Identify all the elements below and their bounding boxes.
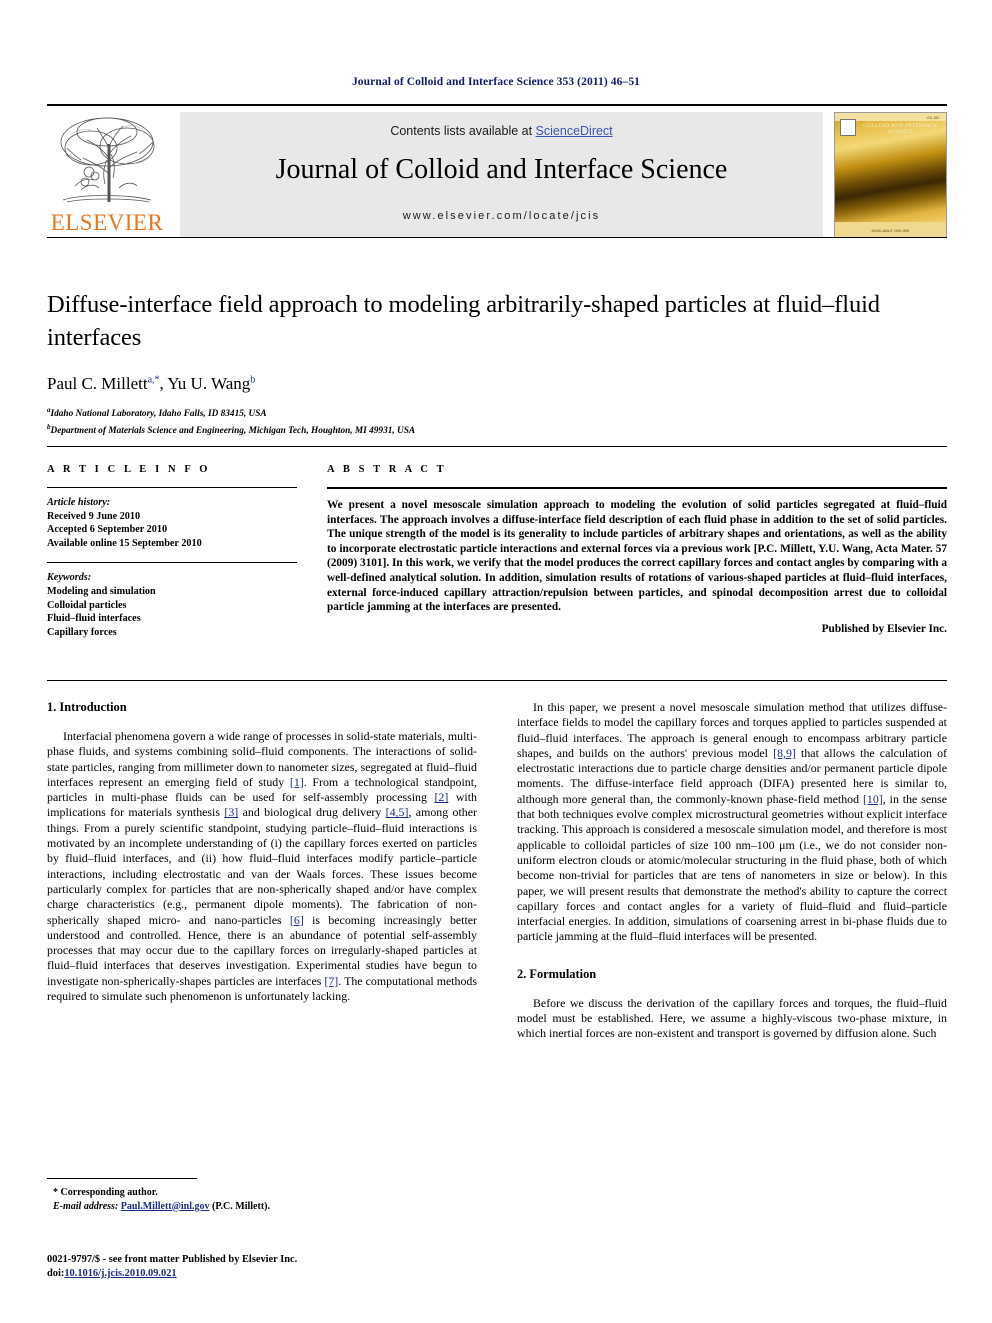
abstract-rule xyxy=(327,487,947,489)
cover-volume-note: VOL 353 xyxy=(926,116,939,120)
email-suffix: (P.C. Millett). xyxy=(212,1200,270,1212)
affiliation-b: bDepartment of Materials Science and Eng… xyxy=(47,421,947,438)
abstract-text: We present a novel mesoscale simulation … xyxy=(327,499,947,614)
cover-title: COLLOID AND INTERFACE SCIENCE xyxy=(863,123,938,136)
tree-icon-svg xyxy=(60,117,155,203)
author-separator: , Yu U. Wang xyxy=(159,374,251,393)
section-heading-formulation: 2. Formulation xyxy=(517,966,597,981)
citation-7[interactable]: [7] xyxy=(324,974,338,988)
abstract-column: A B S T R A C T We present a novel mesos… xyxy=(327,464,947,635)
affiliations: aIdaho National Laboratory, Idaho Falls,… xyxy=(47,404,947,437)
citation-6[interactable]: [6] xyxy=(290,913,304,927)
contents-lists-line: Contents lists available at ScienceDirec… xyxy=(180,124,823,138)
formulation-paragraph: Before we discuss the derivation of the … xyxy=(517,995,947,1041)
email-label: E-mail address: xyxy=(53,1200,119,1212)
article-history-label: Article history: xyxy=(47,497,111,508)
author-1: Paul C. Millett xyxy=(47,374,148,393)
body-columns: 1. Introduction Interfacial phenomena go… xyxy=(47,700,947,1230)
keyword-item: Colloidal particles xyxy=(47,599,127,611)
right-paragraph-1: In this paper, we present a novel mesosc… xyxy=(517,700,947,945)
article-info-heading: A R T I C L E I N F O xyxy=(47,464,211,475)
email-note: E-mail address: Paul.Millett@inl.gov (P.… xyxy=(47,1200,477,1214)
corresponding-text: Corresponding author. xyxy=(60,1187,158,1198)
citation-8-9[interactable]: [8,9] xyxy=(773,746,796,760)
right-text-c: , in the sense that both techniques evol… xyxy=(517,791,947,944)
body-column-right: In this paper, we present a novel mesosc… xyxy=(517,700,947,1042)
history-item: Received 9 June 2010 xyxy=(47,510,141,522)
footnote-rule xyxy=(47,1178,197,1179)
keyword-item: Capillary forces xyxy=(47,626,117,638)
citation-4-5[interactable]: [4,5] xyxy=(386,805,409,819)
journal-cover-thumbnail: VOL 353 COLLOID AND INTERFACE SCIENCE AV… xyxy=(834,112,947,238)
body-column-left: 1. Introduction Interfacial phenomena go… xyxy=(47,700,477,1004)
affiliation-a: aIdaho National Laboratory, Idaho Falls,… xyxy=(47,404,947,421)
section-heading-introduction: 1. Introduction xyxy=(47,700,127,714)
corresponding-marker: * xyxy=(53,1187,58,1198)
article-history-group: Article history: Received 9 June 2010 Ac… xyxy=(47,496,297,550)
cover-footer-text: AVAILABLE ONLINE xyxy=(871,229,910,233)
abstract-heading: A B S T R A C T xyxy=(327,464,447,475)
citation-10[interactable]: [10] xyxy=(863,792,883,806)
elsevier-tree-icon xyxy=(51,114,163,206)
journal-homepage-url[interactable]: www.elsevier.com/locate/jcis xyxy=(180,210,823,222)
doi-link[interactable]: 10.1016/j.jcis.2010.09.021 xyxy=(64,1268,176,1279)
citation-3[interactable]: [3] xyxy=(224,805,238,819)
masthead-rule-bottom xyxy=(47,237,947,238)
journal-title: Journal of Colloid and Interface Science xyxy=(275,154,728,185)
info-rule-bottom xyxy=(47,680,947,681)
elsevier-wordmark: ELSEVIER xyxy=(50,210,164,235)
intro-text-e: , among other things. From a purely scie… xyxy=(47,805,477,927)
masthead-rule-top xyxy=(47,104,947,106)
email-link[interactable]: Paul.Millett@inl.gov xyxy=(121,1201,210,1212)
published-by: Published by Elsevier Inc. xyxy=(821,622,947,635)
author-1-affil-marker: a,* xyxy=(147,374,160,386)
imprint-block: 0021-9797/$ - see front matter Published… xyxy=(47,1253,547,1280)
keyword-item: Modeling and simulation xyxy=(47,585,156,597)
doi-line: doi:10.1016/j.jcis.2010.09.021 xyxy=(47,1267,547,1281)
keywords-label: Keywords: xyxy=(47,572,92,584)
intro-paragraph: Interfacial phenomena govern a wide rang… xyxy=(47,729,477,1004)
elsevier-logo: ELSEVIER xyxy=(47,112,167,238)
citation-2[interactable]: [2] xyxy=(434,790,448,804)
page-title: Diffuse-interface field approach to mode… xyxy=(47,291,880,351)
journal-masthead: ELSEVIER Contents lists available at Sci… xyxy=(47,104,947,238)
info-rule-top xyxy=(47,446,947,447)
keywords-rule xyxy=(47,562,297,564)
citation-1[interactable]: [1] xyxy=(290,775,304,789)
history-item: Available online 15 September 2010 xyxy=(47,537,202,549)
author-list: Paul C. Milletta,*, Yu U. Wangb xyxy=(47,374,947,394)
title-block: Diffuse-interface field approach to mode… xyxy=(47,288,947,437)
doi-label: doi: xyxy=(47,1267,65,1279)
cover-elsevier-mark xyxy=(840,119,856,136)
keyword-item: Fluid–fluid interfaces xyxy=(47,613,141,625)
issn-line: 0021-9797/$ - see front matter Published… xyxy=(47,1254,298,1265)
paper-page: Journal of Colloid and Interface Science… xyxy=(0,0,992,1323)
intro-text-d: and biological drug delivery xyxy=(238,805,386,820)
running-head: Journal of Colloid and Interface Science… xyxy=(351,76,641,88)
journal-band: Contents lists available at ScienceDirec… xyxy=(180,112,823,238)
author-2-affil-marker: b xyxy=(250,374,256,386)
article-info-column: A R T I C L E I N F O Article history: R… xyxy=(47,464,297,639)
affiliation-b-text: Department of Materials Science and Engi… xyxy=(50,425,416,436)
article-info-rule xyxy=(47,487,297,488)
corresponding-author-note: * Corresponding author. xyxy=(47,1186,477,1200)
keywords-group: Keywords: Modeling and simulation Colloi… xyxy=(47,571,297,639)
contents-prefix: Contents lists available at xyxy=(390,124,536,138)
footnote-area: * Corresponding author. E-mail address: … xyxy=(47,1178,477,1214)
sciencedirect-link[interactable]: ScienceDirect xyxy=(536,124,613,138)
affiliation-a-text: Idaho National Laboratory, Idaho Falls, … xyxy=(50,409,267,420)
history-item: Accepted 6 September 2010 xyxy=(47,524,168,536)
